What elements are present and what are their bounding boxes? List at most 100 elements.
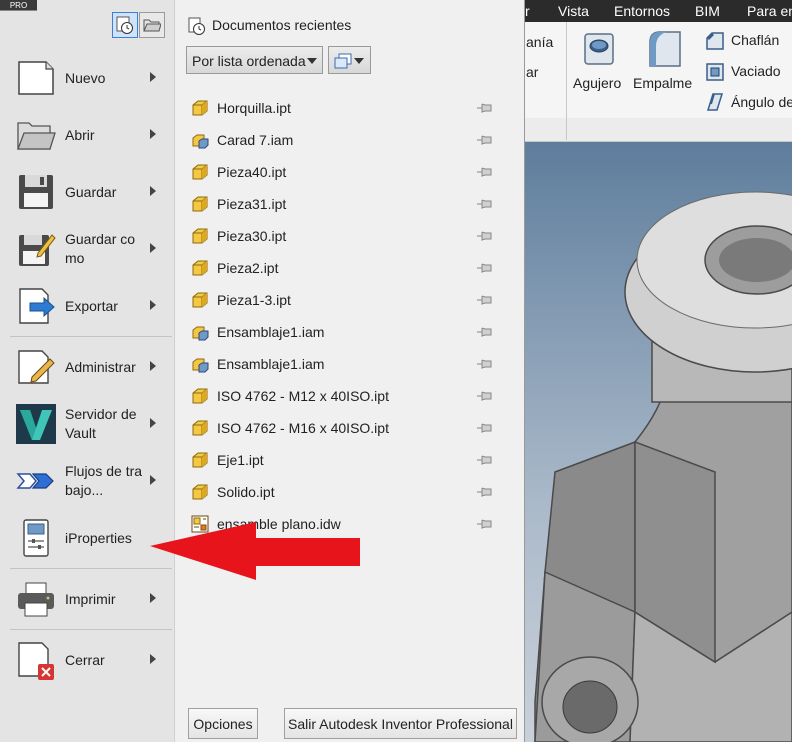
export-icon [19,288,55,324]
view-mode-dropdown[interactable] [328,46,371,74]
menu-item-label: Servidor de Vault [65,406,137,441]
floppy-disk-icon [19,175,53,209]
menu-item-label: iProperties [65,529,132,546]
menu-item-label: Administrar [65,358,136,375]
menu-item-exportar[interactable]: Exportar [0,278,175,334]
recent-document-name: Eje1.ipt [217,452,264,468]
chevron-down-icon [307,58,317,64]
pin-icon[interactable] [476,101,492,119]
chevron-down-icon [354,58,364,64]
submenu-arrow-icon [150,475,156,485]
part-file-icon [191,227,209,250]
menu-item-label: Cerrar [65,651,105,668]
ribbon-separator [566,22,567,140]
recent-document-item[interactable]: ISO 4762 - M16 x 40ISO.ipt [188,412,500,444]
ribbon-tab-vista[interactable]: Vista [558,3,589,19]
shell-label[interactable]: Vaciado [731,63,781,79]
recent-document-name: Carad 7.iam [217,132,294,148]
pin-icon[interactable] [476,325,492,343]
pin-icon[interactable] [476,133,492,151]
model-viewport[interactable] [525,142,792,742]
ribbon-tab-entornos[interactable]: Entornos [614,3,670,19]
menu-item-nuevo[interactable]: Nuevo [0,50,175,106]
ribbon-tab-bim[interactable]: BIM [695,3,720,19]
recent-document-item[interactable]: Carad 7.iam [188,124,500,156]
pin-icon[interactable] [476,389,492,407]
recent-document-item[interactable]: Pieza40.ipt [188,156,500,188]
menu-separator [10,629,172,630]
submenu-arrow-icon [150,418,156,428]
exit-inventor-button[interactable]: Salir Autodesk Inventor Professional [284,708,517,739]
recent-document-item[interactable]: Pieza30.ipt [188,220,500,252]
menu-separator [10,336,172,337]
recent-document-item[interactable]: ISO 4762 - M12 x 40ISO.ipt [188,380,500,412]
iproperties-icon [23,519,49,557]
pin-icon[interactable] [476,261,492,279]
sort-order-dropdown[interactable]: Por lista ordenada [186,46,323,74]
options-button[interactable]: Opciones [188,708,258,739]
shell-icon[interactable] [705,62,725,82]
menu-item-guardar[interactable]: Guardar [0,164,175,220]
3d-model-render [534,191,792,742]
assembly-file-icon [191,355,209,378]
sort-order-value: Por lista ordenada [192,53,306,69]
recent-document-item[interactable]: Eje1.ipt [188,444,500,476]
recent-document-name: Horquilla.ipt [217,100,291,116]
recent-document-item[interactable]: Solido.ipt [188,476,500,508]
printer-icon [18,582,54,617]
ribbon-partial-label: ar [526,64,539,80]
recent-document-name: Pieza40.ipt [217,164,287,180]
submenu-arrow-icon [150,243,156,253]
recent-document-item[interactable]: Ensamblaje1.iam [188,348,500,380]
pin-icon[interactable] [476,357,492,375]
menu-item-vault[interactable]: Servidor de Vault [0,396,175,452]
submenu-arrow-icon [150,129,156,139]
recent-documents-toggle[interactable] [112,12,138,38]
pin-icon[interactable] [476,293,492,311]
recent-document-item[interactable]: Pieza2.ipt [188,252,500,284]
submenu-arrow-icon [150,300,156,310]
pin-icon[interactable] [476,485,492,503]
draft-angle-label[interactable]: Ángulo de [731,94,792,110]
recent-document-name: ISO 4762 - M16 x 40ISO.ipt [217,420,389,436]
assembly-file-icon [191,131,209,154]
menu-item-cerrar[interactable]: Cerrar [0,632,175,688]
recent-document-item[interactable]: Pieza1-3.ipt [188,284,500,316]
menu-item-guardar-como[interactable]: Guardar como [0,221,175,277]
pin-icon[interactable] [476,453,492,471]
recent-document-item[interactable]: Ensamblaje1.iam [188,316,500,348]
pin-icon[interactable] [476,197,492,215]
part-file-icon [191,163,209,186]
menu-item-administrar[interactable]: Administrar [0,339,175,395]
open-documents-toggle[interactable] [139,12,165,38]
recent-document-name: Solido.ipt [217,484,275,500]
pin-icon[interactable] [476,229,492,247]
menu-item-flujos[interactable]: Flujos de trabajo... [0,453,175,509]
fillet-icon[interactable] [646,28,684,68]
fillet-label[interactable]: Empalme [633,75,692,91]
part-file-icon [191,387,209,410]
chamfer-icon[interactable] [705,31,725,51]
pin-icon[interactable] [476,165,492,183]
clock-doc-icon [116,16,133,34]
recent-document-item[interactable]: Horquilla.ipt [188,92,500,124]
submenu-arrow-icon [150,361,156,371]
part-file-icon [191,483,209,506]
recent-document-name: Pieza1-3.ipt [217,292,291,308]
menu-item-label: Exportar [65,297,118,314]
hole-label[interactable]: Agujero [573,75,621,91]
hole-icon[interactable] [582,28,618,68]
ribbon-tab-para[interactable]: Para en [747,3,792,19]
chamfer-label[interactable]: Chaflán [731,32,779,48]
menu-item-abrir[interactable]: Abrir [0,107,175,163]
vault-icon [16,404,56,444]
pin-icon[interactable] [476,421,492,439]
recent-document-item[interactable]: Pieza31.ipt [188,188,500,220]
pin-icon[interactable] [476,517,492,535]
recent-document-name: Ensamblaje1.iam [217,356,325,372]
manage-icon [18,350,55,384]
part-file-icon [191,291,209,314]
ribbon-tab-partial[interactable]: r [525,3,530,19]
submenu-arrow-icon [150,654,156,664]
draft-angle-icon[interactable] [705,92,725,112]
